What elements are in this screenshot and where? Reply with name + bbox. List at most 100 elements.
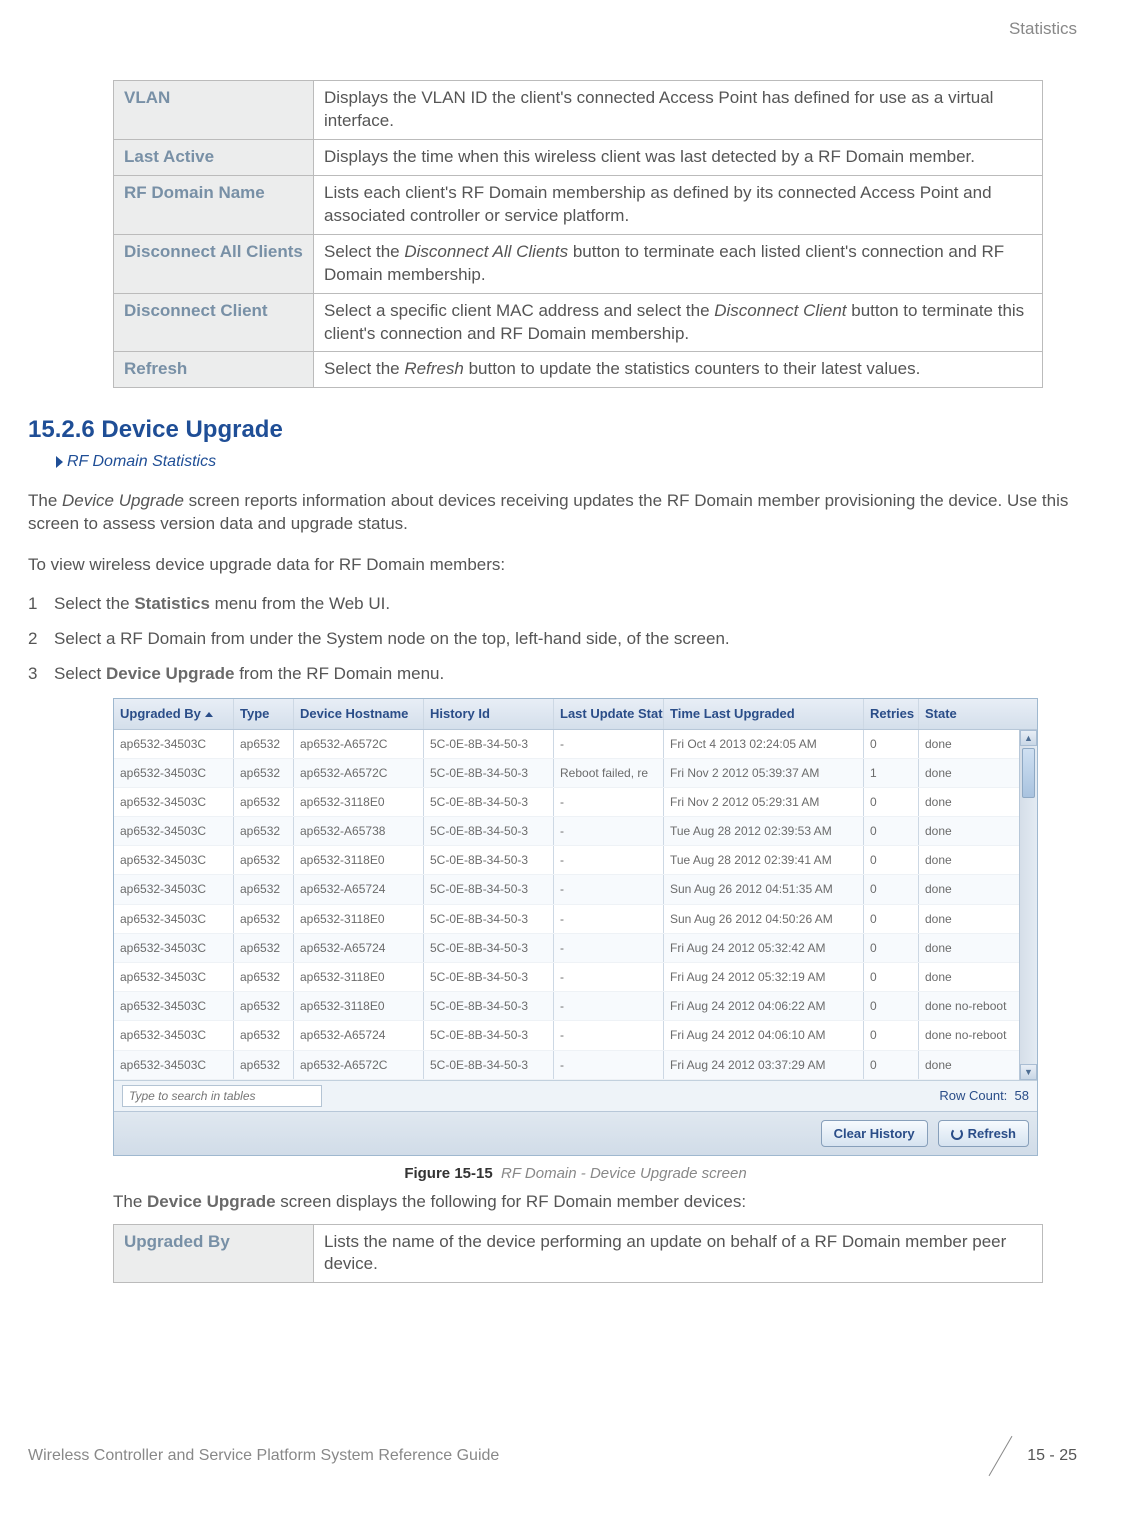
definition-term: VLAN [114, 81, 314, 140]
intro-paragraph-1: The Device Upgrade screen reports inform… [28, 490, 1077, 536]
col-upgraded-by[interactable]: Upgraded By [114, 699, 234, 729]
col-retries-count[interactable]: Retries Count [864, 699, 919, 729]
cell-time-last-upgraded: Sun Aug 26 2012 04:50:26 AM [664, 905, 864, 933]
definition-row: RefreshSelect the Refresh button to upda… [114, 352, 1043, 388]
cell-last-update-status: - [554, 817, 664, 845]
cell-upgraded-by: ap6532-34503C [114, 875, 234, 903]
table-row[interactable]: ap6532-34503Cap6532ap6532-A657245C-0E-8B… [114, 934, 1019, 963]
definition-desc: Displays the VLAN ID the client's connec… [314, 81, 1043, 140]
cell-state: done [919, 817, 1019, 845]
cell-type: ap6532 [234, 817, 294, 845]
refresh-button[interactable]: Refresh [938, 1120, 1029, 1148]
screenshot-button-bar: Clear History Refresh [114, 1111, 1037, 1156]
cell-state: done [919, 846, 1019, 874]
table-row[interactable]: ap6532-34503Cap6532ap6532-3118E05C-0E-8B… [114, 905, 1019, 934]
cell-upgraded-by: ap6532-34503C [114, 905, 234, 933]
page-number: 15 - 25 [1027, 1445, 1077, 1467]
cell-history-id: 5C-0E-8B-34-50-3 [424, 963, 554, 991]
definition-term: Last Active [114, 139, 314, 175]
definition-term: Upgraded By [114, 1224, 314, 1283]
definition-term: RF Domain Name [114, 175, 314, 234]
cell-type: ap6532 [234, 875, 294, 903]
steps-list: Select the Statistics menu from the Web … [28, 593, 1077, 686]
scroll-down-icon[interactable]: ▼ [1020, 1064, 1037, 1080]
cell-time-last-upgraded: Sun Aug 26 2012 04:51:35 AM [664, 875, 864, 903]
cell-type: ap6532 [234, 788, 294, 816]
col-history-id[interactable]: History Id [424, 699, 554, 729]
col-last-update-status[interactable]: Last Update Status [554, 699, 664, 729]
table-row[interactable]: ap6532-34503Cap6532ap6532-A6572C5C-0E-8B… [114, 759, 1019, 788]
cell-history-id: 5C-0E-8B-34-50-3 [424, 934, 554, 962]
definition-term: Refresh [114, 352, 314, 388]
after-figure-text: The Device Upgrade screen displays the f… [113, 1191, 1077, 1214]
scroll-thumb[interactable] [1022, 748, 1035, 798]
search-input[interactable] [122, 1085, 322, 1107]
cell-last-update-status: - [554, 730, 664, 758]
cell-time-last-upgraded: Fri Aug 24 2012 04:06:10 AM [664, 1021, 864, 1049]
scroll-up-icon[interactable]: ▲ [1020, 730, 1037, 746]
table-row[interactable]: ap6532-34503Cap6532ap6532-A657245C-0E-8B… [114, 1021, 1019, 1050]
cell-retries-count: 0 [864, 1021, 919, 1049]
cell-upgraded-by: ap6532-34503C [114, 1051, 234, 1079]
footer-slash-icon [981, 1437, 1019, 1475]
col-device-hostname[interactable]: Device Hostname [294, 699, 424, 729]
cell-history-id: 5C-0E-8B-34-50-3 [424, 992, 554, 1020]
cell-device-hostname: ap6532-A6572C [294, 730, 424, 758]
cell-type: ap6532 [234, 759, 294, 787]
definitions-table-bottom: Upgraded ByLists the name of the device … [113, 1224, 1043, 1284]
table-row[interactable]: ap6532-34503Cap6532ap6532-3118E05C-0E-8B… [114, 788, 1019, 817]
definition-row: Disconnect All ClientsSelect the Disconn… [114, 234, 1043, 293]
cell-history-id: 5C-0E-8B-34-50-3 [424, 817, 554, 845]
page-header-section: Statistics [1009, 18, 1077, 41]
chevron-right-icon [56, 456, 63, 468]
cell-type: ap6532 [234, 1051, 294, 1079]
definition-row: Disconnect ClientSelect a specific clien… [114, 293, 1043, 352]
cell-upgraded-by: ap6532-34503C [114, 963, 234, 991]
cell-time-last-upgraded: Tue Aug 28 2012 02:39:53 AM [664, 817, 864, 845]
table-row[interactable]: ap6532-34503Cap6532ap6532-3118E05C-0E-8B… [114, 963, 1019, 992]
cell-type: ap6532 [234, 963, 294, 991]
cell-device-hostname: ap6532-A6572C [294, 1051, 424, 1079]
table-row[interactable]: ap6532-34503Cap6532ap6532-3118E05C-0E-8B… [114, 846, 1019, 875]
col-type[interactable]: Type [234, 699, 294, 729]
scrollbar-vertical[interactable]: ▲ ▼ [1019, 730, 1037, 1080]
cell-state: done no-reboot [919, 1021, 1019, 1049]
table-row[interactable]: ap6532-34503Cap6532ap6532-A6572C5C-0E-8B… [114, 730, 1019, 759]
cell-retries-count: 0 [864, 1051, 919, 1079]
cell-last-update-status: - [554, 875, 664, 903]
definition-desc: Select a specific client MAC address and… [314, 293, 1043, 352]
col-state[interactable]: State [919, 699, 1037, 729]
clear-history-button[interactable]: Clear History [821, 1120, 928, 1148]
cell-last-update-status: - [554, 1021, 664, 1049]
cell-last-update-status: - [554, 1051, 664, 1079]
cell-time-last-upgraded: Tue Aug 28 2012 02:39:41 AM [664, 846, 864, 874]
table-header-row: Upgraded By Type Device Hostname History… [114, 699, 1037, 730]
definition-row: Last ActiveDisplays the time when this w… [114, 139, 1043, 175]
cell-retries-count: 0 [864, 992, 919, 1020]
breadcrumb: RF Domain Statistics [56, 451, 1077, 473]
definition-desc: Lists each client's RF Domain membership… [314, 175, 1043, 234]
step-item: Select the Statistics menu from the Web … [28, 593, 1077, 616]
table-row[interactable]: ap6532-34503Cap6532ap6532-A657385C-0E-8B… [114, 817, 1019, 846]
table-row[interactable]: ap6532-34503Cap6532ap6532-3118E05C-0E-8B… [114, 992, 1019, 1021]
cell-retries-count: 0 [864, 934, 919, 962]
cell-device-hostname: ap6532-A6572C [294, 759, 424, 787]
step-item: Select a RF Domain from under the System… [28, 628, 1077, 651]
cell-state: done [919, 730, 1019, 758]
table-row[interactable]: ap6532-34503Cap6532ap6532-A657245C-0E-8B… [114, 875, 1019, 904]
cell-last-update-status: Reboot failed, re [554, 759, 664, 787]
cell-device-hostname: ap6532-A65724 [294, 934, 424, 962]
step-item: Select Device Upgrade from the RF Domain… [28, 663, 1077, 686]
cell-upgraded-by: ap6532-34503C [114, 934, 234, 962]
section-title: Device Upgrade [101, 416, 282, 443]
breadcrumb-text: RF Domain Statistics [67, 453, 216, 470]
cell-upgraded-by: ap6532-34503C [114, 759, 234, 787]
sort-asc-icon [205, 712, 213, 717]
scroll-track[interactable] [1020, 746, 1037, 1064]
col-time-last-upgraded[interactable]: Time Last Upgraded [664, 699, 864, 729]
cell-device-hostname: ap6532-A65724 [294, 1021, 424, 1049]
table-row[interactable]: ap6532-34503Cap6532ap6532-A6572C5C-0E-8B… [114, 1051, 1019, 1080]
cell-state: done [919, 963, 1019, 991]
cell-time-last-upgraded: Fri Aug 24 2012 05:32:19 AM [664, 963, 864, 991]
table-search-bar: Row Count: 58 [114, 1080, 1037, 1111]
